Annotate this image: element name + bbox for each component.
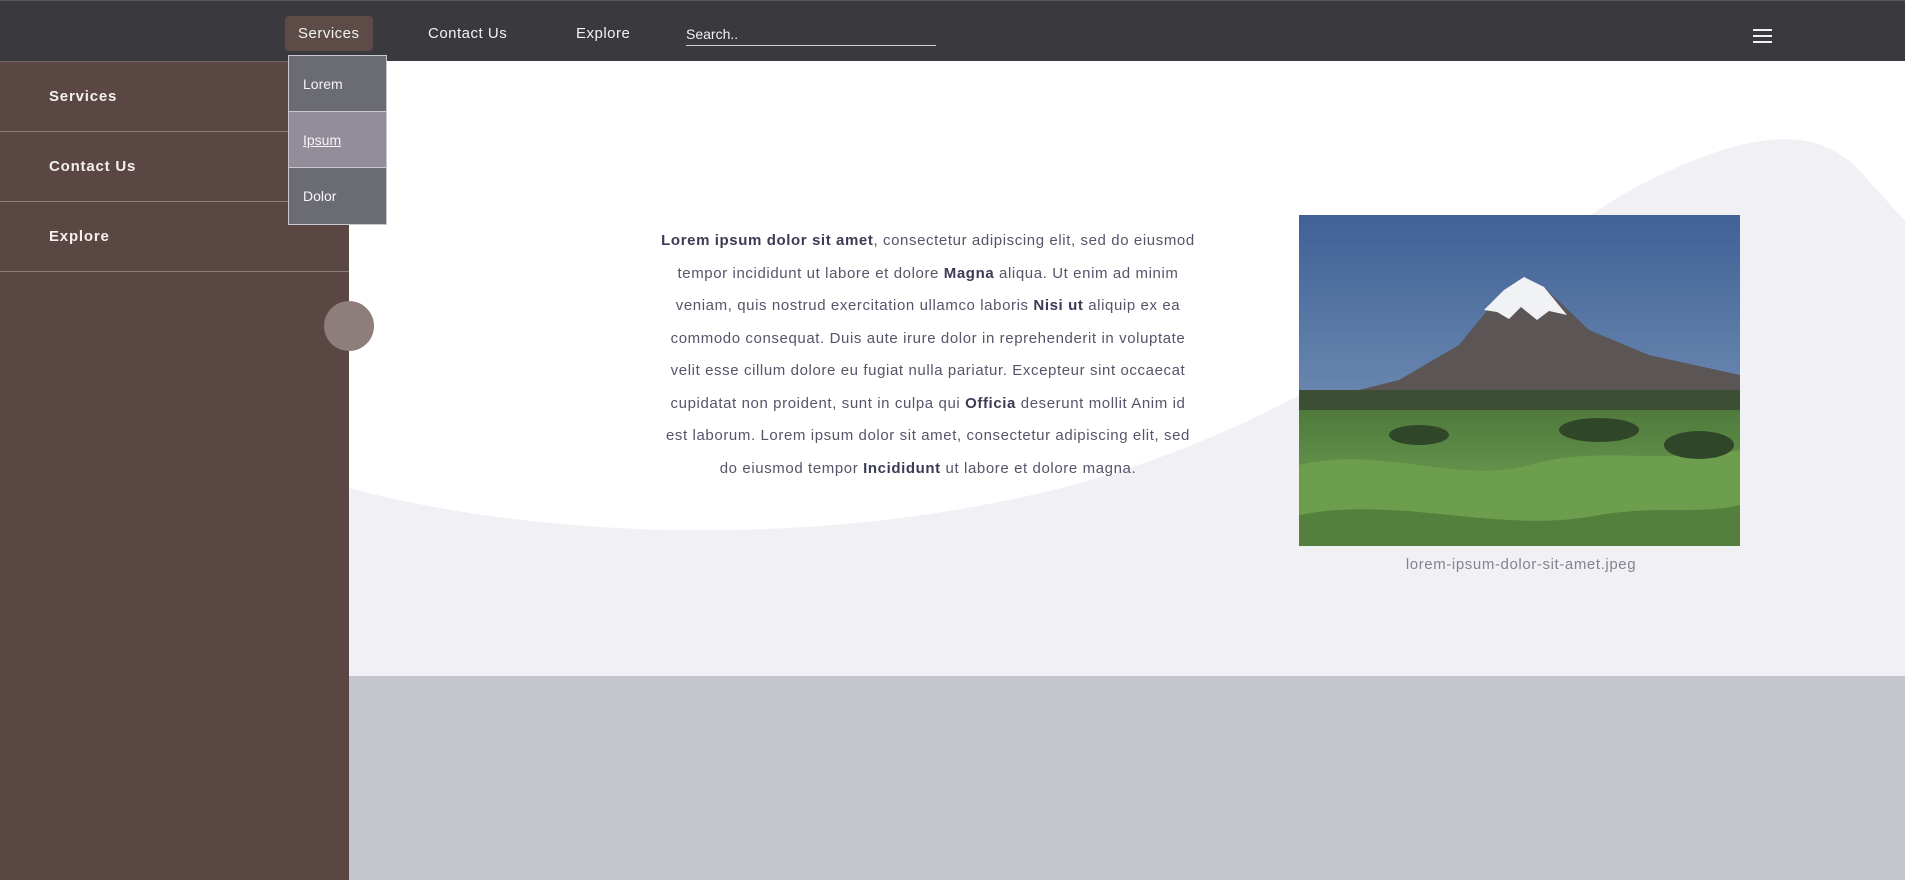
- footer-band: [349, 676, 1905, 880]
- services-dropdown: Lorem Ipsum Dolor: [288, 55, 387, 225]
- paragraph-emphasis: Nisi ut: [1033, 297, 1084, 314]
- nav-contact-us[interactable]: Contact Us: [428, 16, 507, 51]
- dropdown-item-ipsum[interactable]: Ipsum: [289, 112, 386, 168]
- paragraph-emphasis: Incididunt: [863, 459, 941, 477]
- intro-paragraph: Lorem ipsum dolor sit amet, consectetur …: [658, 225, 1198, 485]
- paragraph-emphasis: Magna: [943, 264, 995, 282]
- nav-services[interactable]: Services: [285, 16, 373, 51]
- search-input[interactable]: [686, 23, 936, 46]
- paragraph-emphasis: Lorem ipsum dolor sit amet: [661, 232, 874, 249]
- paragraph-text: ut labore et dolore magna.: [940, 459, 1137, 477]
- paragraph-emphasis: Officia: [965, 394, 1016, 412]
- mountain-photo: [1299, 215, 1740, 546]
- hamburger-icon[interactable]: [1753, 29, 1773, 45]
- dropdown-item-dolor[interactable]: Dolor: [289, 168, 386, 224]
- top-navbar: Services Contact Us Explore: [0, 0, 1905, 61]
- dropdown-item-lorem[interactable]: Lorem: [289, 56, 386, 112]
- image-caption: lorem-ipsum-dolor-sit-amet.jpeg: [1405, 556, 1637, 573]
- nav-explore[interactable]: Explore: [576, 16, 630, 51]
